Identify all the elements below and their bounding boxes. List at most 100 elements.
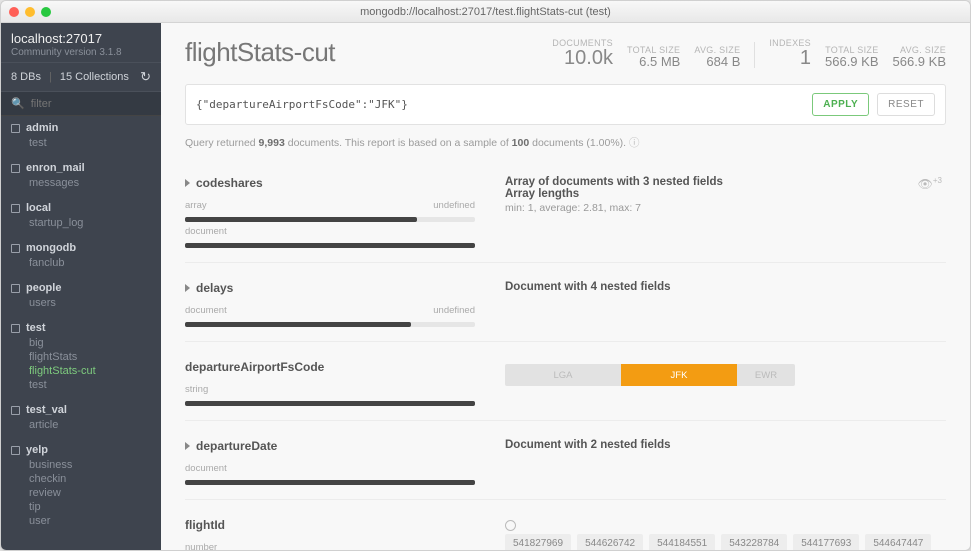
collection-item[interactable]: business xyxy=(29,458,151,472)
value-chip[interactable]: 544177693 xyxy=(793,534,859,550)
minimize-icon[interactable] xyxy=(25,7,35,17)
reset-button[interactable]: RESET xyxy=(877,93,935,116)
collection-item[interactable]: flightStats-cut xyxy=(29,364,151,378)
sidebar-filter[interactable]: 🔍 xyxy=(1,92,161,116)
database-list: admin test enron_mail messages local startup_… xyxy=(1,116,161,550)
database-item[interactable]: mongodbfanclub xyxy=(1,236,161,276)
sample-notice: Query returned 9,993 documents. This rep… xyxy=(185,135,946,150)
collection-item[interactable]: test xyxy=(29,378,151,392)
collection-count: 15 Collections xyxy=(60,71,129,83)
database-name: admin xyxy=(26,122,58,134)
database-icon xyxy=(11,446,20,455)
collection-stats: DOCUMENTS DOCUMENTS10.0k total size 6.5 … xyxy=(552,38,946,68)
database-icon xyxy=(11,406,20,415)
host-label: localhost:27017 xyxy=(11,31,151,46)
collection-item[interactable]: review xyxy=(29,486,151,500)
value-segment[interactable]: LGA xyxy=(505,364,621,386)
field-departureDate: departureDate document Document with 2 n… xyxy=(185,420,946,499)
field-departureAirportFsCode: departureAirportFsCode string LGA JFK EW… xyxy=(185,341,946,420)
refresh-icon[interactable]: ↻ xyxy=(140,69,151,85)
field-name[interactable]: departureAirportFsCode xyxy=(185,360,475,374)
apply-button[interactable]: APPLY xyxy=(812,93,869,116)
database-icon xyxy=(11,164,20,173)
subtype-label: document xyxy=(185,226,475,237)
database-name: enron_mail xyxy=(26,162,85,174)
query-bar: {"departureAirportFsCode":"JFK"} APPLY R… xyxy=(185,84,946,125)
version-label: Community version 3.1.8 xyxy=(11,47,151,58)
value-distribution: LGA JFK EWR xyxy=(505,364,795,386)
field-summary: Array of documents with 3 nested fields xyxy=(505,176,946,188)
value-chip[interactable]: 544184551 xyxy=(649,534,715,550)
subtype-bar xyxy=(185,243,475,248)
field-name[interactable]: codeshares xyxy=(185,176,475,190)
type-bar xyxy=(185,401,475,406)
field-flightId: flightId number 541827969544626742544184… xyxy=(185,499,946,550)
value-segment[interactable]: EWR xyxy=(737,364,795,386)
collection-item[interactable]: test xyxy=(29,136,151,150)
sidebar-summary: 8 DBs | 15 Collections ↻ xyxy=(1,62,161,92)
sidebar: localhost:27017 Community version 3.1.8 … xyxy=(1,23,161,550)
connection-header: localhost:27017 Community version 3.1.8 xyxy=(1,23,161,62)
schema-fields: codeshares arrayundefined document 👁+3 A… xyxy=(161,154,970,550)
field-name[interactable]: delays xyxy=(185,281,475,295)
main-panel: flightStats-cut DOCUMENTS DOCUMENTS10.0k… xyxy=(161,23,970,550)
db-count: 8 DBs xyxy=(11,71,41,83)
query-input[interactable]: {"departureAirportFsCode":"JFK"} xyxy=(196,98,804,111)
type-bar xyxy=(185,322,475,327)
type-bar xyxy=(185,480,475,485)
info-icon[interactable]: ⓘ xyxy=(629,137,640,149)
window-title: mongodb://localhost:27017/test.flightSta… xyxy=(1,6,970,18)
field-summary: Document with 4 nested fields xyxy=(505,281,946,293)
database-item[interactable]: testbigflightStatsflightStats-cuttest xyxy=(1,316,161,398)
collection-item[interactable]: startup_log xyxy=(29,216,151,230)
database-item[interactable]: local startup_log xyxy=(1,196,161,236)
collection-title: flightStats-cut xyxy=(185,37,335,68)
close-icon[interactable] xyxy=(9,7,19,17)
collection-item[interactable]: big xyxy=(29,336,151,350)
stat-documents: DOCUMENTS DOCUMENTS10.0k xyxy=(552,38,613,68)
value-segment-active[interactable]: JFK xyxy=(621,364,737,386)
radio-icon[interactable] xyxy=(505,520,516,531)
caret-icon xyxy=(185,179,190,187)
database-name: local xyxy=(26,202,51,214)
stat-index-avg-size: avg. size 566.9 KB xyxy=(893,45,947,68)
database-item[interactable]: admin test xyxy=(1,116,161,156)
database-item[interactable]: yelp businesscheckinreviewtipuser xyxy=(1,438,161,534)
collection-item[interactable]: checkin xyxy=(29,472,151,486)
stat-index-total-size: total size 566.9 KB xyxy=(825,45,879,68)
collection-item[interactable]: users xyxy=(29,296,151,310)
database-item[interactable]: test_valarticle xyxy=(1,398,161,438)
collection-item[interactable]: flightStats xyxy=(29,350,151,364)
app-window: mongodb://localhost:27017/test.flightSta… xyxy=(0,0,971,551)
collection-header: flightStats-cut DOCUMENTS DOCUMENTS10.0k… xyxy=(161,23,970,78)
value-chip[interactable]: 544626742 xyxy=(577,534,643,550)
value-chip[interactable]: 544647447 xyxy=(865,534,931,550)
value-chip[interactable]: 541827969 xyxy=(505,534,571,550)
database-item[interactable]: enron_mail messages xyxy=(1,156,161,196)
database-name: test_val xyxy=(26,404,67,416)
value-chip[interactable]: 543228784 xyxy=(721,534,787,550)
field-name[interactable]: flightId xyxy=(185,518,475,532)
collection-item[interactable]: article xyxy=(29,418,151,432)
database-name: yelp xyxy=(26,444,48,456)
collection-item[interactable]: messages xyxy=(29,176,151,190)
database-item[interactable]: people users xyxy=(1,276,161,316)
collection-item[interactable]: fanclub xyxy=(29,256,151,270)
field-name[interactable]: departureDate xyxy=(185,439,475,453)
field-codeshares: codeshares arrayundefined document 👁+3 A… xyxy=(185,158,946,262)
collection-item[interactable]: tip xyxy=(29,500,151,514)
database-name: people xyxy=(26,282,61,294)
sample-values: 541827969 544626742 544184551 543228784 5441… xyxy=(505,534,946,550)
expand-icon[interactable]: 👁+3 xyxy=(918,176,942,191)
field-delays: delays documentundefined Document with 4… xyxy=(185,262,946,341)
collection-item[interactable]: user xyxy=(29,514,151,528)
filter-input[interactable] xyxy=(31,98,161,110)
stat-indexes: INDEXES 1 xyxy=(769,38,811,68)
separator: | xyxy=(49,71,52,83)
database-icon xyxy=(11,204,20,213)
stat-avg-size: avg. size 684 B xyxy=(694,45,740,68)
database-name: test xyxy=(26,322,46,334)
caret-icon xyxy=(185,284,190,292)
zoom-icon[interactable] xyxy=(41,7,51,17)
field-summary: Document with 2 nested fields xyxy=(505,439,946,451)
